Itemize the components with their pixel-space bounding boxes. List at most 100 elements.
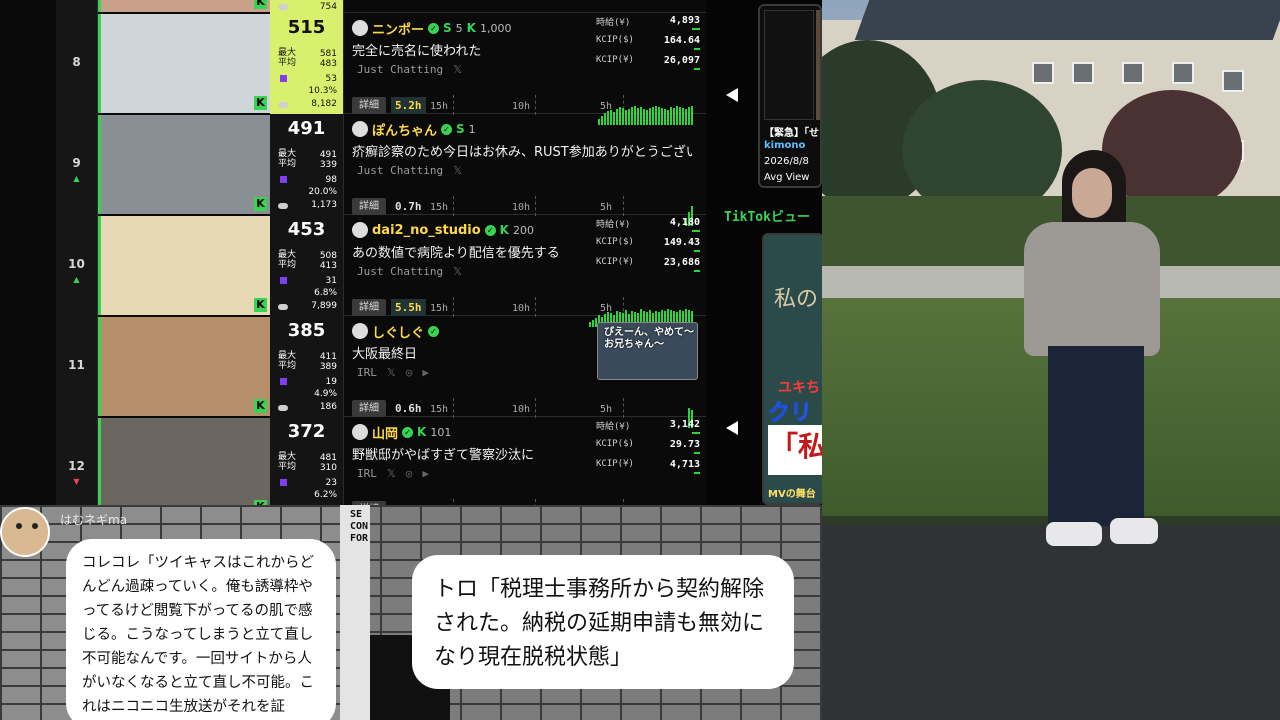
camera-photo — [822, 0, 1280, 720]
twitch-viewers: 31 — [325, 276, 337, 286]
x-icon[interactable]: 𝕏 — [453, 265, 462, 278]
stream-thumbnail[interactable]: K — [98, 418, 270, 505]
timeline-tick: 5h — [600, 404, 613, 415]
k-count: 200 — [512, 223, 534, 237]
viewer-cell: 453 最大 平均 508 413 31 6.8% 7,899 — [270, 215, 344, 316]
table-row[interactable]: 12▼K372最大平均481310236.2%山岡✓K101野獣邸がやばすぎて警… — [0, 417, 706, 505]
instagram-icon[interactable]: ◎ — [406, 467, 413, 480]
earnings-value: 149.43 — [663, 237, 700, 248]
twitch-icon — [280, 479, 287, 486]
earnings-row: KCIP(¥) 4,713 — [596, 457, 700, 477]
instagram-icon[interactable]: ◎ — [406, 366, 413, 379]
stream-category[interactable]: IRL — [357, 467, 377, 480]
earnings-row: KCIP(¥) 23,686 — [596, 255, 700, 275]
x-icon[interactable]: 𝕏 — [387, 467, 396, 480]
stream-category-line: Just Chatting 𝕏 — [357, 265, 462, 278]
max-label: 最大 — [278, 149, 297, 159]
streamer-avatar[interactable] — [352, 20, 368, 36]
x-icon[interactable]: 𝕏 — [453, 164, 462, 177]
streamer-name[interactable]: しぐしぐ — [372, 322, 424, 341]
streamer-avatar[interactable] — [352, 323, 368, 339]
table-row[interactable]: 10 ▲ K 453 最大 平均 508 413 31 6.8% 7,899 dai2_no_stud… — [0, 215, 706, 327]
timeline-divider — [623, 398, 624, 418]
stream-title[interactable]: 疥癬診察のため今日はお休み、RUST参加ありがとうござい — [352, 141, 692, 160]
stream-category-line: IRL 𝕏 ◎ ▶ — [357, 366, 429, 379]
earnings-row: 時給(¥) 4,180 — [596, 215, 700, 235]
youtube-icon[interactable]: ▶ — [422, 366, 429, 379]
table-row[interactable]: 8 K 515 最大 平均 581 483 53 10.3% 8,182 ニンポー ✓ S 5 K 1,000… — [0, 13, 706, 125]
clip-preview[interactable]: ぴえーん、やめて〜お兄ちゃん〜 — [597, 322, 698, 380]
stream-hours: 5.2h — [391, 97, 426, 114]
x-icon[interactable]: 𝕏 — [387, 366, 396, 379]
verified-icon: ✓ — [484, 224, 496, 236]
detail-button[interactable]: 詳細 — [352, 400, 386, 417]
earnings-bar — [694, 250, 700, 252]
collapse-arrow-icon[interactable] — [726, 88, 738, 102]
avg-label: 平均 — [278, 58, 297, 68]
k-count: 101 — [430, 425, 452, 439]
viewer-avg: 310 — [319, 463, 337, 473]
earnings-label: 時給(¥) — [596, 220, 631, 230]
avg-label: 平均 — [278, 462, 297, 472]
stream-category[interactable]: Just Chatting — [357, 265, 443, 278]
streamer-line: ニンポー ✓ S 5 K 1,000 — [352, 19, 512, 38]
streamer-avatar[interactable] — [352, 121, 368, 137]
stream-category[interactable]: Just Chatting — [357, 164, 443, 177]
earnings-row: KCIP($) 29.73 — [596, 437, 700, 457]
s-badge-icon: S — [443, 21, 452, 35]
avg-label: 平均 — [278, 260, 297, 270]
stream-thumbnail[interactable]: K — [98, 0, 270, 12]
viewer-cell: 385 最大 平均 411 389 19 4.9% 186 — [270, 316, 344, 417]
table-row[interactable]: 11 K 385 最大 平均 411 389 19 4.9% 186 しぐしぐ ✓ 大阪最終日 IRL 𝕏 ◎… — [0, 316, 706, 428]
stream-thumbnail[interactable]: K — [98, 115, 270, 214]
table-row[interactable]: 9 ▲ K 491 最大 平均 491 339 98 20.0% 1,173 ぽんちゃん ✓ S 1 疥癬診察… — [0, 114, 706, 226]
verified-icon: ✓ — [402, 426, 414, 438]
earnings-label: KCIP(¥) — [596, 257, 634, 267]
timeline-divider — [453, 95, 454, 115]
timeline-divider — [535, 297, 536, 317]
youtube-icon[interactable]: ▶ — [422, 467, 429, 480]
verified-icon: ✓ — [428, 325, 440, 337]
earnings-label: KCIP($) — [596, 237, 634, 247]
detail-button[interactable]: 詳細 — [352, 97, 386, 114]
streamer-avatar[interactable] — [352, 222, 368, 238]
streamer-avatar[interactable] — [352, 424, 368, 440]
streamer-name[interactable]: ぽんちゃん — [372, 120, 437, 139]
timeline-tick: 5h — [600, 202, 613, 213]
stream-thumbnail[interactable]: K — [98, 14, 270, 113]
stream-category[interactable]: Just Chatting — [357, 63, 443, 76]
streamer-line: dai2_no_studio ✓ K 200 — [352, 221, 534, 239]
stream-category[interactable]: IRL — [357, 366, 377, 379]
streamer-name[interactable]: ニンポー — [372, 19, 424, 38]
stream-thumbnail[interactable]: K — [98, 216, 270, 315]
detail-button[interactable]: 詳細 — [352, 198, 386, 215]
earnings-row: KCIP($) 149.43 — [596, 235, 700, 255]
twitch-viewers: 19 — [325, 377, 337, 387]
x-icon[interactable]: 𝕏 — [453, 63, 462, 76]
earnings-row: KCIP($) 164.64 — [596, 33, 700, 53]
collapse-arrow-icon-2[interactable] — [726, 421, 738, 435]
k-count: 1,000 — [479, 21, 512, 35]
earnings-label: KCIP(¥) — [596, 459, 634, 469]
video-card-bottom[interactable]: 私の ユキち クリー 「私 MVの舞台 — [762, 233, 824, 505]
timeline-tick: 15h — [430, 303, 449, 314]
verified-icon: ✓ — [441, 123, 453, 135]
stream-category-line: Just Chatting 𝕏 — [357, 63, 462, 76]
card-text-5: MVの舞台 — [768, 489, 816, 500]
comment-handle: はむネギma — [60, 513, 128, 527]
earnings-value: 4,180 — [669, 217, 700, 228]
rank-number: 9 — [72, 156, 81, 170]
timeline-tick: 10h — [512, 404, 531, 415]
streamer-name[interactable]: dai2_no_studio — [372, 223, 481, 238]
chat-icon — [278, 304, 288, 310]
viewer-count: 385 — [287, 320, 326, 341]
detail-button[interactable]: 詳細 — [352, 299, 386, 316]
stream-thumbnail[interactable]: K — [98, 317, 270, 416]
photo-window — [1072, 62, 1094, 84]
kick-icon: K — [254, 96, 267, 110]
timeline-divider — [623, 196, 624, 216]
streamer-name[interactable]: 山岡 — [372, 423, 398, 442]
avg-label: 平均 — [278, 159, 297, 169]
twitch-icon — [280, 176, 287, 183]
video-card-top[interactable]: 【緊急】「せい kimono 2026/8/8 Avg View — [758, 4, 822, 188]
